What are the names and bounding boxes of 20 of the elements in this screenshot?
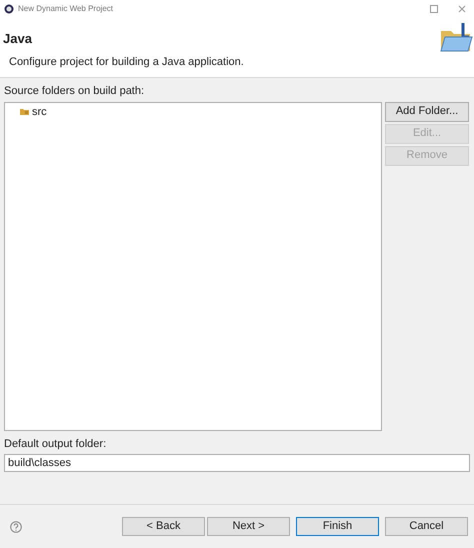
footer-button[interactable]: Finish [296, 517, 379, 536]
folder-item[interactable]: src [19, 104, 48, 120]
footer-button[interactable]: Cancel [385, 517, 468, 536]
page-title: Java [3, 30, 33, 48]
maximize-icon[interactable] [430, 5, 438, 13]
side-button[interactable]: Add Folder... [385, 102, 469, 122]
package-folder-icon [20, 108, 29, 116]
footer-button[interactable]: Next > [207, 517, 290, 536]
app-icon [4, 4, 14, 14]
folder-label: src [32, 104, 47, 120]
source-folders-label: Source folders on build path: [4, 84, 146, 99]
footer-button[interactable]: < Back [122, 517, 205, 536]
close-icon[interactable] [458, 5, 466, 13]
page-description: Configure project for building a Java application. [9, 54, 245, 70]
window-title: New Dynamic Web Project [18, 3, 114, 15]
output-folder-label: Default output folder: [4, 436, 108, 452]
help-icon[interactable] [10, 520, 22, 532]
folder-icon [439, 23, 473, 53]
source-folder-list[interactable]: src [4, 102, 382, 430]
output-folder-field[interactable]: build\classes [4, 454, 470, 472]
